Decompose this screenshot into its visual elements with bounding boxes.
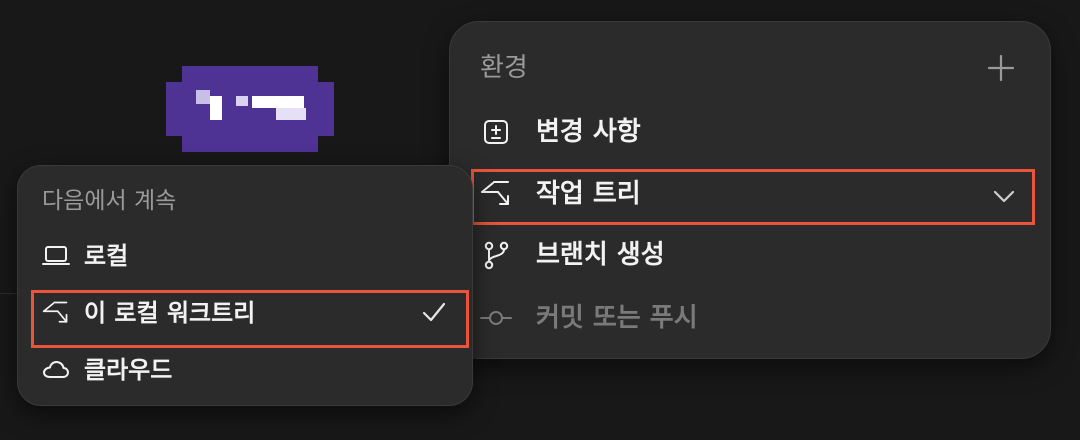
worktree-icon (42, 299, 70, 327)
checkmark-icon (422, 302, 446, 322)
menu-item-worktree[interactable]: 작업 트리 (480, 172, 641, 216)
chevron-down-icon[interactable] (990, 182, 1018, 210)
menu-item-commit-or-push[interactable]: 커밋 또는 푸시 (480, 296, 698, 340)
menu-item-commit-or-push-label: 커밋 또는 푸시 (536, 303, 698, 333)
menu-item-cloud[interactable]: 클라우드 (42, 350, 172, 390)
worktree-icon (480, 178, 512, 210)
menu-item-local-label: 로컬 (84, 242, 129, 270)
branch-icon (480, 239, 512, 271)
menu-item-this-local-worktree[interactable]: 이 로컬 워크트리 (42, 293, 255, 333)
commit-icon (480, 302, 512, 334)
environment-menu: 환경 변경 사항 작업 트리 브랜치 생성 커밋 또는 푸시 (449, 21, 1051, 359)
menu-item-this-local-worktree-label: 이 로컬 워크트리 (84, 299, 256, 327)
laptop-icon (42, 242, 70, 270)
diff-icon (480, 116, 512, 148)
app-logo (166, 66, 334, 152)
menu-item-local[interactable]: 로컬 (42, 236, 128, 276)
continue-in-menu: 다음에서 계속 로컬 이 로컬 워크트리 클라우드 (17, 165, 473, 406)
menu-item-create-branch-label: 브랜치 생성 (536, 240, 665, 270)
continue-in-title: 다음에서 계속 (42, 188, 177, 214)
menu-item-changes[interactable]: 변경 사항 (480, 110, 641, 154)
menu-item-worktree-label: 작업 트리 (536, 179, 641, 209)
environment-menu-title: 환경 (480, 53, 528, 83)
menu-item-cloud-label: 클라우드 (84, 356, 173, 384)
menu-item-create-branch[interactable]: 브랜치 생성 (480, 233, 665, 277)
plus-icon[interactable] (987, 54, 1015, 82)
menu-item-changes-label: 변경 사항 (536, 117, 641, 147)
cloud-icon (42, 356, 70, 384)
